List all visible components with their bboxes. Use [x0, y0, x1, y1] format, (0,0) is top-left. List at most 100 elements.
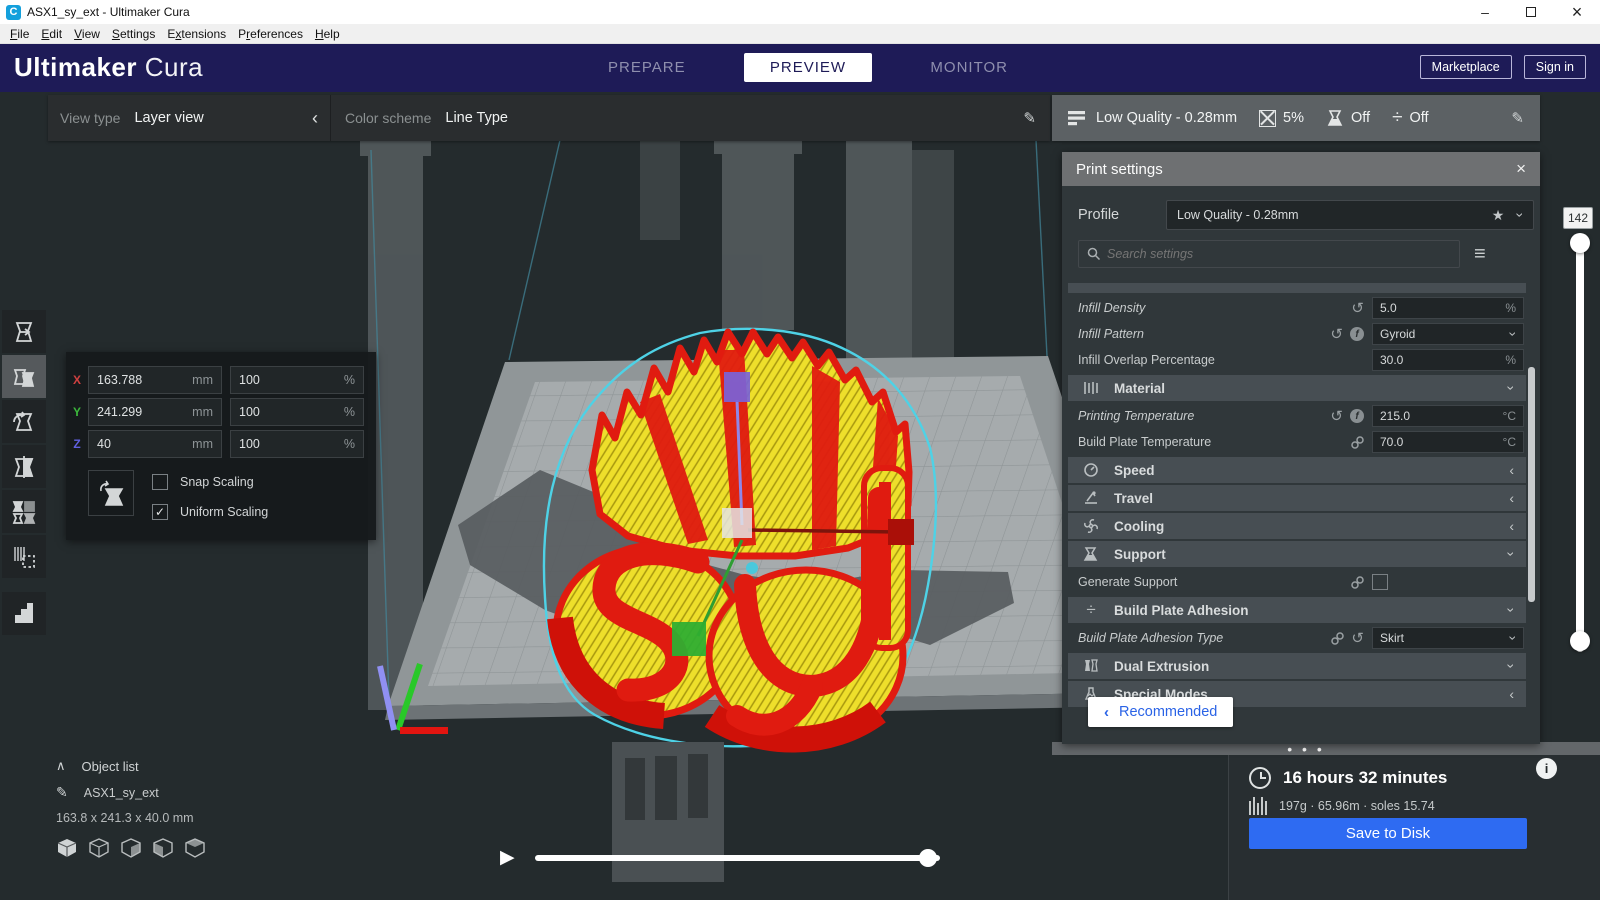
scale-x-mm-field[interactable]: 163.788 mm — [88, 366, 222, 394]
scale-z-percent-field[interactable]: 100 % — [230, 430, 364, 458]
print-settings-header[interactable]: Print settings × — [1062, 152, 1540, 186]
support-blocker-button[interactable] — [2, 535, 46, 578]
settings-scrollbar[interactable] — [1528, 367, 1535, 602]
field-value: Skirt — [1380, 631, 1404, 645]
cube-outline-icon[interactable] — [88, 837, 110, 859]
object-list-toggle[interactable]: ∧ Object list — [56, 758, 206, 774]
print-settings-summary[interactable]: Low Quality - 0.28mm 5% Off ÷ Off ✎ — [1052, 95, 1540, 141]
save-to-disk-button[interactable]: Save to Disk — [1249, 818, 1527, 849]
tab-preview[interactable]: PREVIEW — [743, 53, 873, 82]
generate-support-checkbox[interactable] — [1372, 574, 1388, 590]
section-build-plate-adhesion[interactable]: ÷ Build Plate Adhesion › — [1068, 597, 1526, 623]
printing-temperature-field[interactable]: 215.0 °C — [1372, 405, 1524, 427]
move-tool-button[interactable] — [2, 310, 46, 353]
infill-pattern-dropdown[interactable]: Gyroid › — [1372, 323, 1524, 345]
function-icon[interactable]: f — [1350, 327, 1364, 341]
scale-x-percent-field[interactable]: 100 % — [230, 366, 364, 394]
star-icon[interactable]: ★ — [1492, 207, 1505, 224]
infill-density-field[interactable]: 5.0 % — [1372, 297, 1524, 319]
function-icon[interactable]: f — [1350, 409, 1364, 423]
layer-slider-track[interactable] — [1576, 238, 1584, 652]
color-scheme-label: Color scheme — [345, 110, 432, 126]
recommended-button[interactable]: ‹ Recommended — [1088, 697, 1234, 727]
chevron-left-icon: ‹ — [1104, 703, 1109, 721]
setting-label: Infill Density — [1078, 301, 1146, 315]
simulation-slider-track[interactable] — [535, 855, 940, 861]
scale-y-percent-field[interactable]: 100 % — [230, 398, 364, 426]
collapse-up-icon: ∧ — [56, 758, 66, 773]
link-icon[interactable] — [1351, 575, 1364, 589]
uniform-scaling-checkbox[interactable]: ✓ — [152, 504, 168, 520]
field-unit: % — [1505, 353, 1516, 367]
per-model-settings-button[interactable] — [2, 490, 46, 533]
layer-slider-top-handle[interactable] — [1570, 233, 1590, 253]
revert-icon[interactable]: ↺ — [1330, 327, 1343, 342]
search-settings-box[interactable] — [1078, 240, 1460, 268]
layer-slider-bottom-handle[interactable] — [1570, 631, 1590, 651]
scale-reset-button[interactable] — [88, 470, 134, 516]
menu-preferences[interactable]: Preferences — [232, 27, 309, 41]
scale-row-z: Z 40 mm 100 % — [66, 430, 376, 458]
profile-dropdown[interactable]: Low Quality - 0.28mm ★ › — [1166, 200, 1534, 230]
color-scheme-selector[interactable]: Color scheme Line Type ✎ — [331, 95, 1050, 141]
unit: mm — [192, 437, 213, 451]
maximize-button[interactable] — [1508, 0, 1554, 24]
cube-top-face-icon[interactable] — [184, 837, 206, 859]
section-support[interactable]: Support › — [1068, 541, 1526, 567]
close-button[interactable]: × — [1554, 0, 1600, 24]
section-speed[interactable]: Speed ‹ — [1068, 457, 1526, 483]
chevron-down-icon: › — [1503, 551, 1520, 557]
cube-solid-icon[interactable] — [56, 837, 78, 859]
revert-icon[interactable]: ↺ — [1351, 301, 1364, 316]
object-dimensions: 163.8 x 241.3 x 40.0 mm — [56, 811, 194, 825]
section-cooling[interactable]: Cooling ‹ — [1068, 513, 1526, 539]
scale-z-mm-field[interactable]: 40 mm — [88, 430, 222, 458]
gantry-base-block — [612, 742, 724, 882]
link-icon[interactable] — [1331, 631, 1345, 645]
rename-pencil-icon[interactable]: ✎ — [56, 784, 68, 801]
scale-tool-button[interactable] — [2, 355, 46, 398]
play-button[interactable]: ▶ — [500, 846, 515, 869]
revert-icon[interactable]: ↺ — [1351, 631, 1364, 646]
search-settings-input[interactable] — [1107, 247, 1451, 261]
edit-pencil-icon[interactable]: ✎ — [1023, 109, 1036, 127]
menu-file[interactable]: File — [4, 27, 35, 41]
menu-settings[interactable]: Settings — [106, 27, 161, 41]
stairs-plugin-button[interactable] — [2, 592, 46, 635]
section-dual-extrusion[interactable]: Dual Extrusion › — [1068, 653, 1526, 679]
view-type-selector[interactable]: View type Layer view ‹ — [48, 95, 331, 141]
menu-edit[interactable]: Edit — [35, 27, 68, 41]
mirror-tool-button[interactable] — [2, 445, 46, 488]
info-icon[interactable]: i — [1536, 758, 1557, 779]
panel-close-icon[interactable]: × — [1516, 159, 1526, 179]
rotate-tool-button[interactable] — [2, 400, 46, 443]
snap-scaling-checkbox[interactable] — [152, 474, 168, 490]
minimize-button[interactable]: – — [1462, 0, 1508, 24]
menu-extensions[interactable]: Extensions — [161, 27, 232, 41]
object-entry[interactable]: ✎ ASX1_sy_ext — [56, 784, 206, 801]
marketplace-button[interactable]: Marketplace — [1419, 55, 1512, 79]
menu-view[interactable]: View — [68, 27, 106, 41]
cube-left-face-icon[interactable] — [152, 837, 174, 859]
simulation-slider-handle[interactable] — [919, 849, 937, 867]
link-icon[interactable] — [1351, 435, 1364, 449]
build-plate-temperature-field[interactable]: 70.0 °C — [1372, 431, 1524, 453]
tab-monitor[interactable]: MONITOR — [920, 53, 1018, 82]
section-material[interactable]: Material › — [1068, 375, 1526, 401]
settings-visibility-menu-icon[interactable]: ≡ — [1474, 243, 1486, 266]
sign-in-button[interactable]: Sign in — [1523, 55, 1586, 79]
edit-settings-pencil-icon[interactable]: ✎ — [1511, 109, 1524, 127]
section-travel[interactable]: Travel ‹ — [1068, 485, 1526, 511]
collapse-left-icon[interactable]: ‹ — [312, 108, 318, 129]
infill-overlap-field[interactable]: 30.0 % — [1372, 349, 1524, 371]
chevron-left-icon: ‹ — [1509, 686, 1514, 702]
setting-row-infill-density: Infill Density ↺ 5.0 % — [1068, 295, 1526, 321]
clipped-section-header[interactable] — [1068, 283, 1526, 293]
tab-prepare[interactable]: PREPARE — [598, 53, 696, 82]
menu-help[interactable]: Help — [309, 27, 346, 41]
scale-y-mm-field[interactable]: 241.299 mm — [88, 398, 222, 426]
cube-face-icon[interactable] — [120, 837, 142, 859]
adhesion-type-dropdown[interactable]: Skirt › — [1372, 627, 1524, 649]
panel-title: Print settings — [1076, 160, 1163, 178]
revert-icon[interactable]: ↺ — [1330, 409, 1343, 424]
